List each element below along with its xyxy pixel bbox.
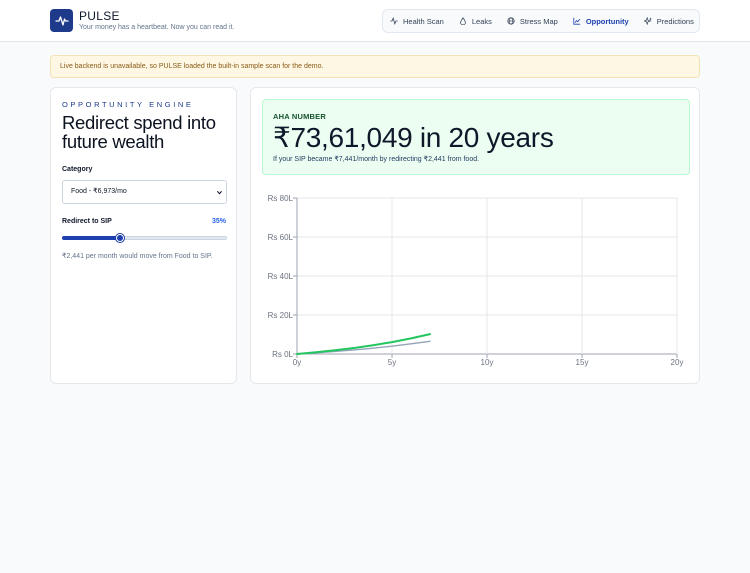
brand-tagline: Your money has a heartbeat. Now you can … — [79, 24, 235, 31]
nav-stress-map[interactable]: Stress Map — [507, 17, 558, 26]
app-header: PULSE Your money has a heartbeat. Now yo… — [0, 0, 750, 42]
sparkles-icon — [643, 17, 652, 25]
wealth-projection-chart: Rs 0L Rs 20L Rs 40L Rs 60L Rs 80L 0y 5y 10y 15y 2… — [268, 194, 684, 367]
y-tick-label: Rs 60L — [268, 233, 294, 242]
backend-unavailable-alert: Live backend is unavailable, so PULSE lo… — [50, 55, 700, 78]
droplet-icon — [460, 17, 466, 25]
redirect-note: ₹2,441 per month would move from Food to… — [62, 253, 213, 260]
x-tick-label: 20y — [671, 358, 684, 367]
y-tick-label: Rs 80L — [268, 194, 294, 203]
x-tick-label: 5y — [388, 358, 396, 367]
x-tick-label: 10y — [481, 358, 494, 367]
redirect-slider[interactable] — [62, 234, 227, 242]
category-select[interactable]: Food - ₹6,973/mo — [62, 180, 227, 204]
chevron-down-icon — [217, 190, 222, 195]
category-selected-value: Food - ₹6,973/mo — [71, 188, 127, 195]
y-tick-label: Rs 40L — [268, 272, 294, 281]
line-chart-icon — [573, 17, 581, 25]
projection-card: AHA NUMBER ₹73,61,049 in 20 years If you… — [250, 87, 700, 384]
nav-leaks[interactable]: Leaks — [459, 17, 492, 26]
section-eyebrow: OPPORTUNITY ENGINE — [62, 100, 194, 109]
section-title: Redirect spend into future wealth — [62, 112, 216, 152]
slider-fill — [62, 236, 120, 240]
nav-health-scan[interactable]: Health Scan — [390, 17, 444, 26]
brand-title: PULSE — [79, 9, 120, 23]
pulse-line-icon — [54, 15, 69, 26]
x-tick-label: 15y — [576, 358, 589, 367]
nav-label: Leaks — [471, 16, 492, 26]
activity-icon — [390, 17, 398, 25]
slider-thumb[interactable] — [115, 234, 124, 242]
nav-label: Opportunity — [585, 16, 629, 26]
main-nav: Health Scan Leaks Stress Map Opportunity… — [382, 9, 700, 33]
nav-label: Health Scan — [403, 16, 444, 26]
redirect-label: Redirect to SIP — [62, 218, 112, 225]
pulse-logo[interactable] — [50, 9, 73, 32]
nav-predictions[interactable]: Predictions — [643, 16, 694, 26]
nav-label: Predictions — [656, 16, 694, 26]
opportunity-engine-card: OPPORTUNITY ENGINE Redirect spend into f… — [50, 87, 237, 384]
redirect-percent: 35% — [211, 218, 226, 225]
y-tick-label: Rs 0L — [272, 350, 293, 359]
globe-icon — [507, 17, 515, 25]
nav-opportunity[interactable]: Opportunity — [573, 17, 629, 26]
nav-label: Stress Map — [519, 16, 558, 26]
x-tick-label: 0y — [293, 358, 301, 367]
category-label: Category — [62, 166, 93, 173]
y-tick-label: Rs 20L — [268, 311, 294, 320]
